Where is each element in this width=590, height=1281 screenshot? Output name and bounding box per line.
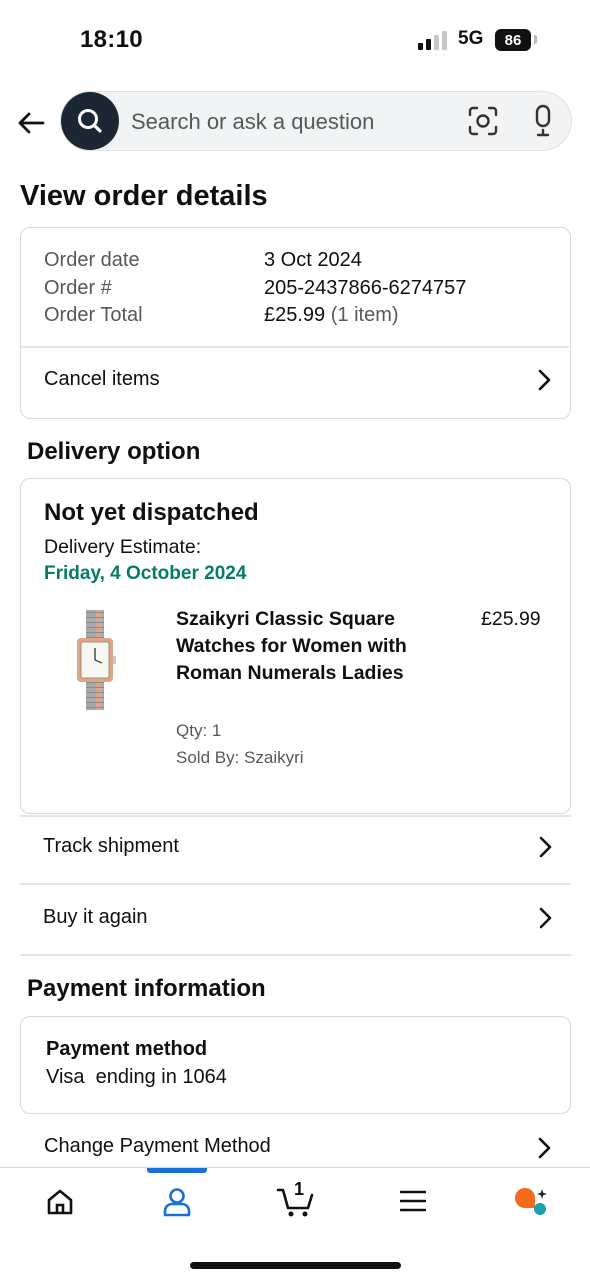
delivery-estimate-label: Delivery Estimate: — [44, 536, 202, 558]
divider — [20, 883, 571, 885]
chevron-right-icon[interactable] — [538, 907, 552, 929]
delivery-status: Not yet dispatched — [44, 499, 259, 526]
cart-button[interactable]: 1 — [276, 1179, 316, 1220]
payment-method-value: Visa ending in 1064 — [46, 1066, 227, 1088]
change-payment-method-button[interactable]: Change Payment Method — [44, 1135, 271, 1158]
divider — [21, 346, 569, 348]
order-total-amount: £25.99 — [264, 304, 326, 326]
order-date-label: Order date — [44, 249, 140, 271]
product-image[interactable] — [72, 608, 118, 712]
search-icon — [78, 109, 102, 133]
microphone-icon[interactable] — [528, 104, 558, 138]
order-total-label: Order Total — [44, 304, 143, 326]
product-qty: Qty: 1 — [176, 721, 222, 740]
product-title-link[interactable]: Szaikyri Classic Square Watches for Wome… — [176, 606, 426, 687]
product-seller: Sold By: Szaikyri — [176, 748, 304, 767]
battery-level: 86 — [504, 31, 522, 49]
menu-icon[interactable] — [400, 1189, 426, 1213]
track-shipment-button[interactable]: Track shipment — [43, 835, 179, 858]
signal-icon — [418, 31, 447, 50]
order-item-count: (1 item) — [330, 304, 399, 326]
payment-heading: Payment information — [27, 975, 266, 1002]
active-tab-indicator — [147, 1168, 207, 1173]
home-indicator — [190, 1262, 401, 1269]
chevron-right-icon[interactable] — [537, 1137, 551, 1159]
payment-method-label: Payment method — [46, 1038, 208, 1060]
page-title: View order details — [20, 180, 268, 212]
order-total-value: £25.99 (1 item) — [264, 304, 399, 327]
cart-count: 1 — [293, 1179, 304, 1199]
rufus-icon[interactable] — [513, 1186, 549, 1216]
camera-lens-icon[interactable] — [467, 105, 499, 137]
status-time: 18:10 — [80, 26, 143, 53]
buy-again-button[interactable]: Buy it again — [43, 906, 148, 929]
order-date-value: 3 Oct 2024 — [264, 249, 362, 271]
search-button[interactable] — [61, 92, 119, 150]
divider — [20, 954, 571, 956]
product-price: £25.99 — [481, 608, 541, 630]
battery-tip — [534, 35, 537, 44]
divider — [20, 815, 571, 817]
chevron-right-icon[interactable] — [538, 836, 552, 858]
network-type: 5G — [458, 28, 484, 49]
delivery-estimate-date: Friday, 4 October 2024 — [44, 563, 247, 584]
order-number-label: Order # — [44, 277, 112, 299]
cancel-items-button[interactable]: Cancel items — [44, 368, 160, 391]
home-icon[interactable] — [45, 1187, 75, 1217]
order-number-value: 205-2437866-6274757 — [264, 277, 467, 299]
delivery-heading: Delivery option — [27, 438, 201, 465]
battery-icon: 86 — [495, 29, 531, 51]
account-icon[interactable] — [162, 1186, 192, 1218]
search-input[interactable]: Search or ask a question — [131, 109, 374, 135]
payment-card — [20, 1016, 571, 1114]
back-arrow-icon[interactable] — [16, 108, 46, 138]
chevron-right-icon[interactable] — [537, 369, 551, 391]
